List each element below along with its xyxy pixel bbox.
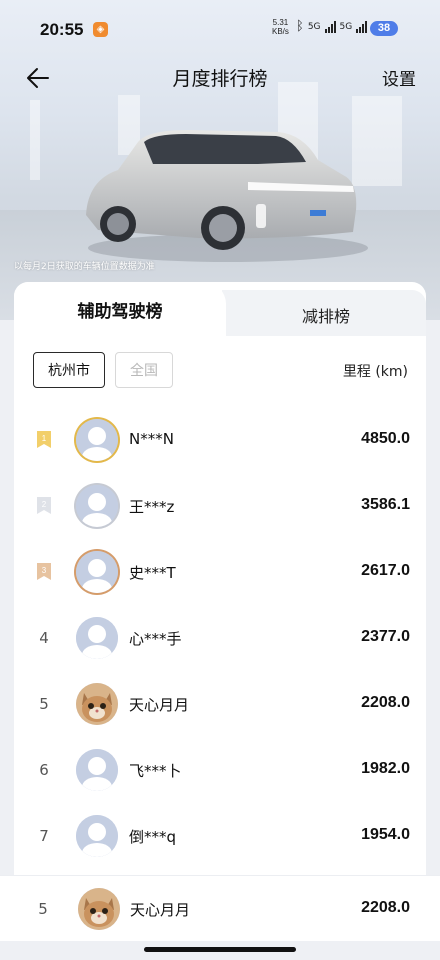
table-row[interactable]: 5 天心月月 2208.0 [14,671,426,737]
table-row[interactable]: 3 史***T 2617.0 [14,539,426,605]
user-name: N***N [129,430,174,448]
rank-number: 4 [39,629,49,647]
top-nav: 月度排行榜 设置 [0,58,440,98]
my-rank-number: 5 [38,900,48,918]
signal-bars-icon [324,20,336,33]
filter-nationwide[interactable]: 全国 [115,352,173,388]
net-speed-unit: KB/s [272,27,289,36]
table-row[interactable]: 2 王***z 3586.1 [14,473,426,539]
default-avatar-icon [76,419,118,461]
my-ranking-row[interactable]: 5 天心月月 2208.0 [0,875,440,941]
mileage-value: 3586.1 [361,496,410,513]
page-title: 月度排行榜 [172,68,268,90]
signal-bars-icon [356,20,368,33]
avatar [76,419,118,461]
car-image [86,130,368,262]
app-notification-icon: ◈ [93,22,108,37]
user-name: 倒***q [129,828,177,846]
user-name: 王***z [129,498,175,516]
svg-text:3: 3 [42,566,47,575]
mileage-value: 2377.0 [361,628,410,645]
default-avatar-icon [76,749,118,791]
status-bar: 20:55 ◈ 5.31 KB/s ᛒ 5G 5G 38 [0,0,440,58]
user-name: 天心月月 [129,696,190,714]
table-row[interactable]: 1 N***N 4850.0 [14,407,426,473]
avatar [76,749,118,791]
ranking-card: 辅助驾驶榜 减排榜 杭州市 全国 里程 (km) 1 N***N 4850.0 … [14,282,426,882]
tab-assisted-driving[interactable]: 辅助驾驶榜 [14,282,226,336]
signal-label-1: 5G [307,21,321,32]
status-time: 20:55 [40,20,84,39]
table-row[interactable]: 6 飞***卜 1982.0 [14,737,426,803]
table-row[interactable]: 4 心***手 2377.0 [14,605,426,671]
mileage-value: 2617.0 [361,562,410,579]
my-mileage-value: 2208.0 [361,899,410,916]
avatar [76,485,118,527]
rank-number: 6 [39,761,49,779]
bronze-medal-icon: 3 [37,563,51,580]
status-icons: ᛒ 5G 5G [296,19,368,34]
table-row[interactable]: 7 倒***q 1954.0 [14,803,426,869]
mileage-value: 2208.0 [361,694,410,711]
network-speed: 5.31 KB/s [272,18,289,36]
signal-label-2: 5G [339,21,353,32]
avatar [76,617,118,659]
region-filters: 杭州市 全国 [33,352,173,388]
net-speed-value: 5.31 [272,18,289,27]
settings-button[interactable]: 设置 [382,65,416,90]
default-avatar-icon [76,815,118,857]
mileage-value: 1954.0 [361,826,410,843]
svg-text:1: 1 [42,434,47,443]
avatar [76,551,118,593]
default-avatar-icon [76,551,118,593]
cat-avatar-icon [78,888,120,930]
user-name: 飞***卜 [129,762,182,780]
avatar [76,815,118,857]
rank-number: 7 [39,827,49,845]
gold-medal-icon: 1 [37,431,51,448]
background-pillar [30,100,40,180]
silver-medal-icon: 2 [37,497,51,514]
home-indicator[interactable] [144,947,296,952]
my-user-name: 天心月月 [130,901,191,919]
filter-city[interactable]: 杭州市 [33,352,105,388]
mileage-value: 4850.0 [361,430,410,447]
default-avatar-icon [76,617,118,659]
battery-indicator: 38 [370,21,398,36]
mileage-column-header: 里程 (km) [342,364,408,380]
hero-note: 以每月2日获取的车辆位置数据为准 [14,262,155,272]
user-name: 心***手 [129,630,182,648]
ranking-tabs: 辅助驾驶榜 减排榜 [14,282,426,336]
tab-emission-reduction[interactable]: 减排榜 [226,288,426,342]
avatar [76,683,118,725]
svg-text:2: 2 [42,500,47,509]
my-avatar [78,888,120,930]
cat-avatar-icon [76,683,118,725]
user-name: 史***T [129,564,176,582]
rank-number: 5 [39,695,49,713]
default-avatar-icon [76,485,118,527]
bluetooth-icon: ᛒ [296,19,304,34]
mileage-value: 1982.0 [361,760,410,777]
